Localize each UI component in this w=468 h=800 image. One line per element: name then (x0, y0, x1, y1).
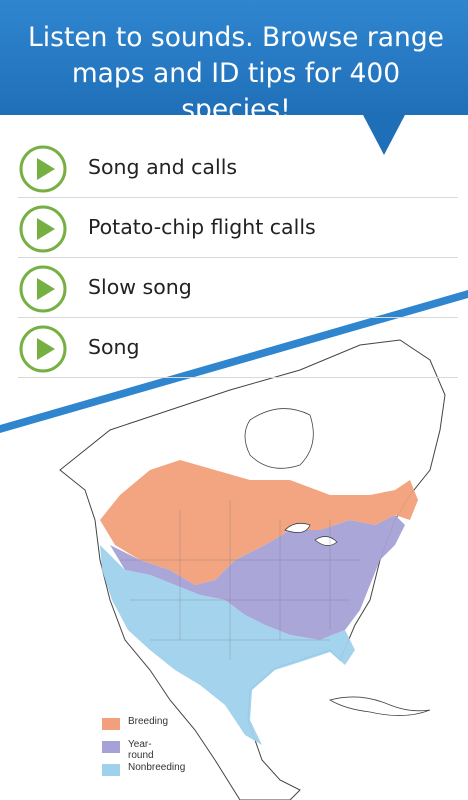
header-title: Listen to sounds. Browse range maps and … (14, 20, 458, 128)
play-icon[interactable] (18, 144, 68, 194)
sound-item-potato-chip-flight-calls[interactable]: Potato-chip flight calls (18, 198, 458, 258)
sound-item-song-and-calls[interactable]: Song and calls (18, 138, 458, 198)
play-icon[interactable] (18, 264, 68, 314)
sound-list: Song and calls Potato-chip flight calls … (18, 138, 458, 378)
sound-item-slow-song[interactable]: Slow song (18, 258, 458, 318)
sound-item-song[interactable]: Song (18, 318, 458, 378)
legend-swatch (102, 741, 120, 753)
sound-label: Slow song (88, 275, 192, 299)
play-icon[interactable] (18, 324, 68, 374)
legend-label: Nonbreeding (128, 762, 186, 773)
sound-label: Song and calls (88, 155, 238, 179)
legend-label: Breeding (128, 716, 169, 727)
legend-swatch (102, 718, 120, 730)
legend-label: Year-round (128, 739, 154, 761)
header-banner: Listen to sounds. Browse range maps and … (0, 0, 468, 125)
legend-swatch (102, 764, 120, 776)
play-icon[interactable] (18, 204, 68, 254)
sound-label: Potato-chip flight calls (88, 215, 316, 239)
header-title-line1: Listen to sounds. Browse range (28, 22, 444, 53)
sound-label: Song (88, 335, 140, 359)
